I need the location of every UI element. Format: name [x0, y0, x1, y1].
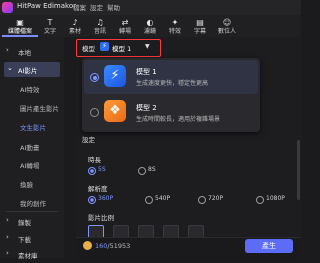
chevron-down-icon: ⌄ [7, 64, 13, 72]
media-icon: ▣ [16, 18, 24, 27]
duration-5s-radio[interactable] [88, 167, 96, 175]
text-icon: T [47, 18, 53, 27]
model-1-desc: 生成速度更快，穩定性更高 [136, 80, 209, 87]
resolution-1080p-radio[interactable] [256, 196, 264, 204]
transition-icon: ⇄ [121, 18, 129, 27]
sidebar-sub-image-to-video[interactable]: 圖片產生影片 [20, 103, 59, 113]
credits-used: 160 [95, 242, 108, 250]
sidebar-item-record[interactable]: › 錄製 [0, 214, 64, 229]
duration-8s-label: 8S [148, 166, 156, 173]
resolution-720p-radio[interactable] [198, 196, 206, 204]
tab-digital-human[interactable]: ☺ 數位人 [212, 15, 242, 37]
model-2-radio[interactable] [90, 108, 99, 117]
sidebar-sub-face-swap[interactable]: 換臉 [20, 179, 33, 189]
menu-file[interactable]: 檔案 [73, 2, 86, 12]
credits-total: /51953 [107, 242, 131, 250]
effects-icon: ✦ [171, 18, 179, 27]
sidebar-sub-text-to-video[interactable]: 文生影片 [20, 122, 46, 132]
chevron-right-icon: › [6, 216, 9, 224]
generate-button[interactable]: 產生 [245, 239, 293, 253]
sidebar-sub-my-creations[interactable]: 我的創作 [20, 198, 46, 208]
filter-icon: ◐ [146, 18, 154, 27]
avatar-icon: ☺ [222, 18, 232, 27]
tab-effects[interactable]: ✦ 特效 [163, 15, 187, 37]
elements-icon: ♪ [72, 18, 78, 27]
menu-settings[interactable]: 設定 [90, 2, 103, 12]
sidebar-item-ai-video[interactable]: ⌄ AI影片 [4, 62, 60, 77]
chevron-right-icon: › [6, 233, 9, 241]
resolution-360p-label: 360P [98, 195, 114, 202]
settings-section-title: 設定 [82, 136, 95, 144]
menu-help[interactable]: 幫助 [107, 2, 120, 12]
coin-icon [83, 241, 92, 250]
subtitle-icon: ▤ [196, 18, 204, 27]
duration-label: 時長 [88, 156, 101, 164]
chevron-down-icon: ▼ [145, 43, 150, 50]
tab-filters[interactable]: ◐ 濾鏡 [138, 15, 162, 37]
sidebar-item-local[interactable]: › 本地 [0, 44, 64, 59]
tab-elements[interactable]: ♪ 素材 [63, 15, 87, 37]
model-label: 模型 [82, 45, 95, 53]
model-1-radio[interactable] [90, 73, 99, 82]
resolution-1080p-label: 1080P [266, 195, 285, 202]
lightning-icon: ⚡ [100, 42, 109, 51]
sidebar-sub-ai-effects[interactable]: AI特效 [20, 84, 39, 94]
app-title: HitPaw Edimakor [17, 2, 76, 10]
sidebar-divider [6, 211, 58, 212]
aspect-ratio-label: 影片比例 [88, 214, 114, 222]
tab-text[interactable]: T 文字 [38, 15, 62, 37]
model-2-desc: 生成時間較長，適用於複雜場景 [136, 116, 221, 123]
duration-8s-radio[interactable] [138, 167, 146, 175]
tab-transitions[interactable]: ⇄ 轉場 [113, 15, 137, 37]
model-2-title: 模型 2 [136, 104, 157, 112]
tab-subtitles[interactable]: ▤ 字幕 [188, 15, 212, 37]
tab-audio[interactable]: ♫ 音訊 [88, 15, 112, 37]
tab-media[interactable]: ▣ 媒體檔案 [2, 15, 38, 37]
chevron-right-icon: › [6, 249, 9, 257]
app-logo-icon [2, 2, 13, 13]
sidebar-sub-ai-animation[interactable]: AI動畫 [20, 142, 39, 152]
sidebar-item-stock[interactable]: › 素材庫 [0, 248, 64, 263]
credits-counter: 160/51953 [95, 242, 130, 250]
model-value: 模型 1 [112, 45, 132, 53]
lightning-icon: ⚡ [104, 65, 126, 87]
chevron-right-icon: › [6, 46, 9, 54]
sidebar-sub-ai-transition[interactable]: AI轉場 [20, 160, 39, 170]
audio-icon: ♫ [96, 18, 104, 27]
resolution-540p-radio[interactable] [145, 196, 153, 204]
resolution-540p-label: 540P [155, 195, 171, 202]
resolution-360p-radio[interactable] [88, 196, 96, 204]
model-1-title: 模型 1 [136, 68, 157, 76]
resolution-label: 解析度 [88, 185, 108, 193]
resolution-720p-label: 720P [208, 195, 224, 202]
sidebar-item-download[interactable]: › 下載 [0, 231, 64, 246]
scrollbar[interactable] [297, 140, 300, 200]
duration-5s-label: 5S [98, 166, 106, 173]
diamond-grid-icon: ❖ [104, 100, 126, 122]
